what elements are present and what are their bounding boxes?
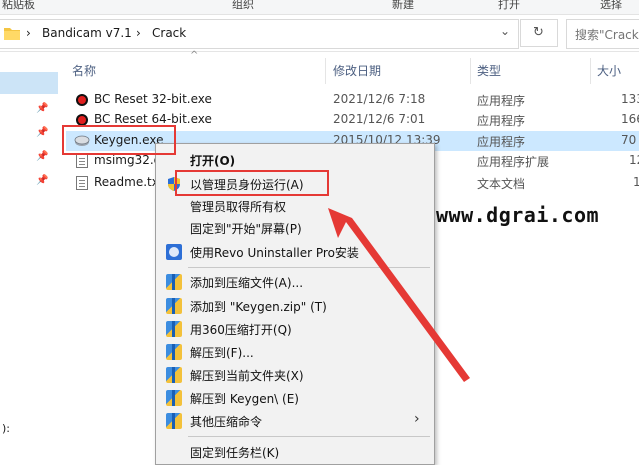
annotation-arrow <box>328 208 470 382</box>
watermark-text: www.dgrai.com <box>436 203 600 227</box>
annotation-arrow-shape <box>328 208 470 382</box>
